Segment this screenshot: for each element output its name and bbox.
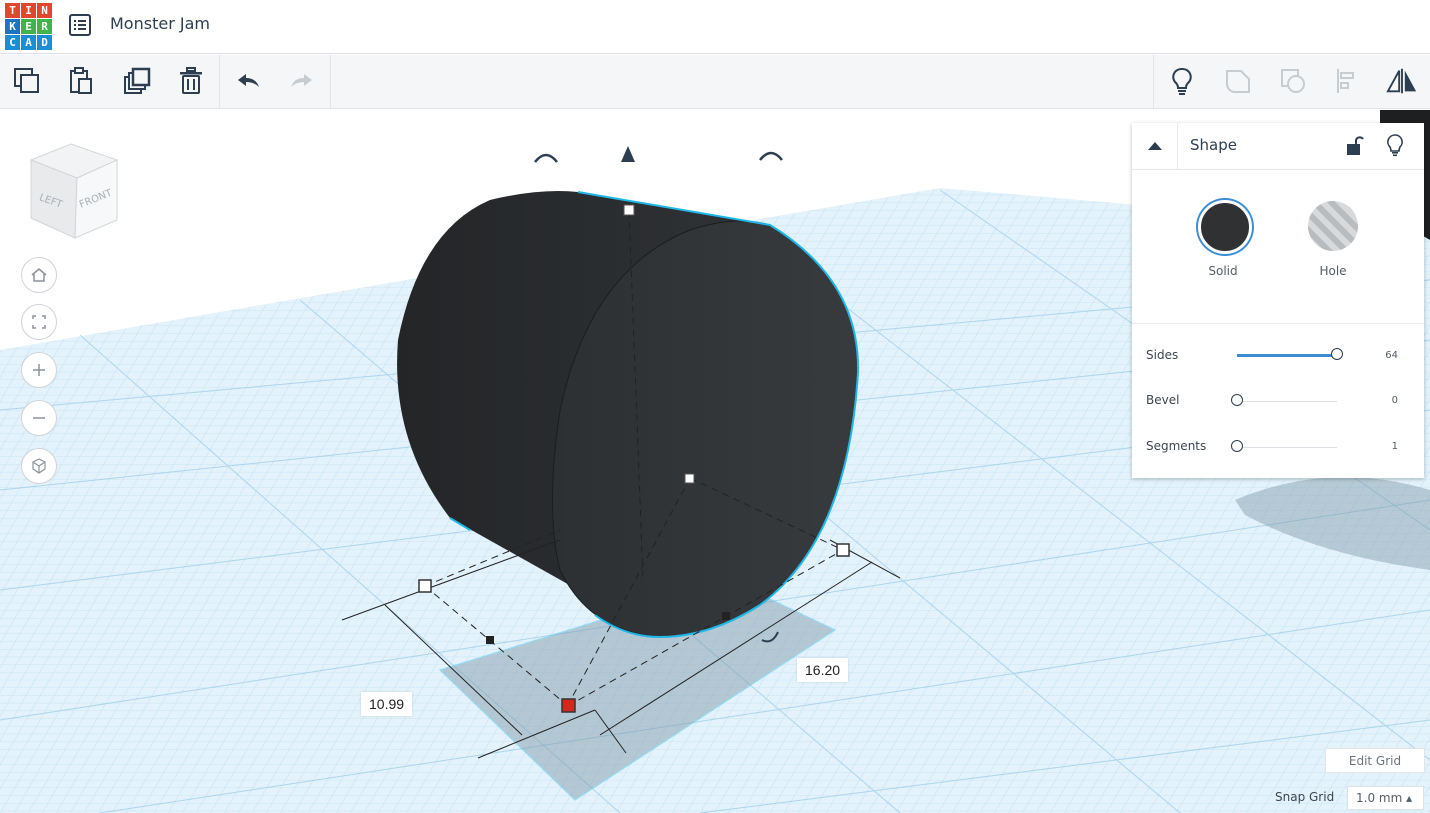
zoom-out-icon bbox=[33, 417, 45, 419]
hide-shape-button[interactable] bbox=[1386, 133, 1404, 161]
segments-value[interactable]: 1 bbox=[1392, 441, 1398, 452]
collapse-panel-button[interactable] bbox=[1132, 123, 1178, 169]
fit-view-button[interactable] bbox=[21, 304, 57, 340]
redo-icon bbox=[291, 74, 312, 87]
sides-slider-knob[interactable] bbox=[1331, 348, 1343, 360]
lock-button[interactable] bbox=[1346, 135, 1364, 161]
logo-letter: R bbox=[37, 19, 52, 34]
logo-letter: T bbox=[5, 3, 20, 18]
height-handle[interactable] bbox=[623, 204, 635, 216]
panel-title: Shape bbox=[1190, 136, 1237, 154]
corner-handle[interactable] bbox=[836, 543, 850, 557]
undo-button[interactable] bbox=[232, 65, 264, 97]
duplicate-button[interactable] bbox=[121, 65, 153, 97]
unlock-icon bbox=[1347, 136, 1364, 155]
lightbulb-icon bbox=[1387, 134, 1403, 157]
lift-handle-icon[interactable] bbox=[621, 146, 635, 162]
snap-grid-label: Snap Grid bbox=[1275, 790, 1335, 804]
edge-handle[interactable] bbox=[722, 612, 730, 620]
edit-toolbar bbox=[0, 55, 1430, 109]
segments-slider[interactable] bbox=[1231, 440, 1337, 452]
edge-handle[interactable] bbox=[486, 636, 494, 644]
panel-header: Shape bbox=[1132, 123, 1424, 170]
bevel-slider-knob[interactable] bbox=[1231, 394, 1243, 406]
toolbar-divider bbox=[1153, 55, 1154, 109]
mirror-button[interactable] bbox=[1386, 65, 1418, 97]
logo-letter: E bbox=[21, 19, 36, 34]
logo-letter: D bbox=[37, 35, 52, 50]
rotate-handle-icon[interactable] bbox=[534, 153, 558, 163]
logo-letter: N bbox=[37, 3, 52, 18]
toolbar-divider bbox=[219, 55, 220, 109]
list-icon bbox=[69, 14, 91, 36]
length-dimension-input[interactable]: 16.20 bbox=[797, 658, 849, 682]
align-button[interactable] bbox=[1331, 65, 1363, 97]
solid-label: Solid bbox=[1208, 264, 1238, 278]
ortho-view-button[interactable] bbox=[21, 448, 57, 484]
ortho-view-icon bbox=[32, 458, 46, 474]
align-icon bbox=[1337, 69, 1354, 93]
group-icon bbox=[1226, 70, 1250, 93]
snap-grid-select[interactable]: 1.0 mm ▴ bbox=[1347, 786, 1424, 810]
group-button[interactable] bbox=[1222, 65, 1254, 97]
logo-letter: K bbox=[5, 19, 20, 34]
solid-color-swatch[interactable] bbox=[1198, 200, 1252, 254]
hole-swatch[interactable] bbox=[1308, 201, 1358, 251]
panel-divider bbox=[1132, 323, 1424, 324]
tinkercad-logo[interactable]: T I N K E R C A D bbox=[5, 3, 53, 50]
mirror-icon bbox=[1386, 68, 1417, 94]
delete-button[interactable] bbox=[175, 65, 207, 97]
lightbulb-icon bbox=[1172, 67, 1192, 95]
bevel-value[interactable]: 0 bbox=[1392, 395, 1398, 406]
paste-button[interactable] bbox=[65, 65, 97, 97]
zoom-in-icon bbox=[33, 364, 45, 376]
paste-icon bbox=[70, 67, 92, 94]
ungroup-button[interactable] bbox=[1277, 65, 1309, 97]
duplicate-icon bbox=[124, 67, 151, 94]
corner-handle-active[interactable] bbox=[561, 698, 576, 713]
top-header: T I N K E R C A D Monster Jam bbox=[0, 0, 1430, 54]
sides-value[interactable]: 64 bbox=[1385, 350, 1398, 361]
logo-letter: A bbox=[21, 35, 36, 50]
corner-handle[interactable] bbox=[418, 579, 432, 593]
home-view-button[interactable] bbox=[21, 257, 57, 293]
sides-label: Sides bbox=[1146, 348, 1179, 362]
edit-grid-button[interactable]: Edit Grid bbox=[1325, 748, 1425, 773]
width-dimension-input[interactable]: 10.99 bbox=[361, 692, 413, 716]
sides-slider[interactable] bbox=[1237, 348, 1343, 360]
toolbar-divider bbox=[330, 55, 331, 109]
zoom-in-button[interactable] bbox=[21, 352, 57, 388]
fit-view-icon bbox=[32, 315, 46, 329]
rotate-handle-icon[interactable] bbox=[759, 151, 783, 161]
project-title[interactable]: Monster Jam bbox=[110, 14, 210, 33]
triangle-up-icon bbox=[1147, 142, 1162, 150]
zoom-out-button[interactable] bbox=[21, 400, 57, 436]
hole-label: Hole bbox=[1319, 264, 1347, 278]
view-cube[interactable]: LEFT FRONT bbox=[25, 140, 121, 240]
undo-icon bbox=[238, 74, 259, 87]
logo-letter: I bbox=[21, 3, 36, 18]
logo-letter: C bbox=[5, 35, 20, 50]
segments-label: Segments bbox=[1146, 439, 1207, 453]
bevel-label: Bevel bbox=[1146, 393, 1180, 407]
trash-icon bbox=[180, 67, 202, 94]
notes-button[interactable] bbox=[1166, 65, 1198, 97]
redo-button[interactable] bbox=[286, 65, 318, 97]
ungroup-icon bbox=[1281, 69, 1305, 93]
bevel-slider[interactable] bbox=[1231, 394, 1337, 406]
copy-icon bbox=[14, 68, 39, 93]
sides-slider-fill bbox=[1237, 354, 1337, 357]
shape-inspector-panel: Shape Solid Hole Sides 64 Bevel 0 Segmen… bbox=[1132, 123, 1424, 478]
center-handle[interactable] bbox=[684, 473, 695, 484]
home-icon bbox=[31, 268, 47, 282]
copy-button[interactable] bbox=[11, 65, 43, 97]
design-list-button[interactable] bbox=[68, 13, 92, 37]
segments-slider-knob[interactable] bbox=[1231, 440, 1243, 452]
